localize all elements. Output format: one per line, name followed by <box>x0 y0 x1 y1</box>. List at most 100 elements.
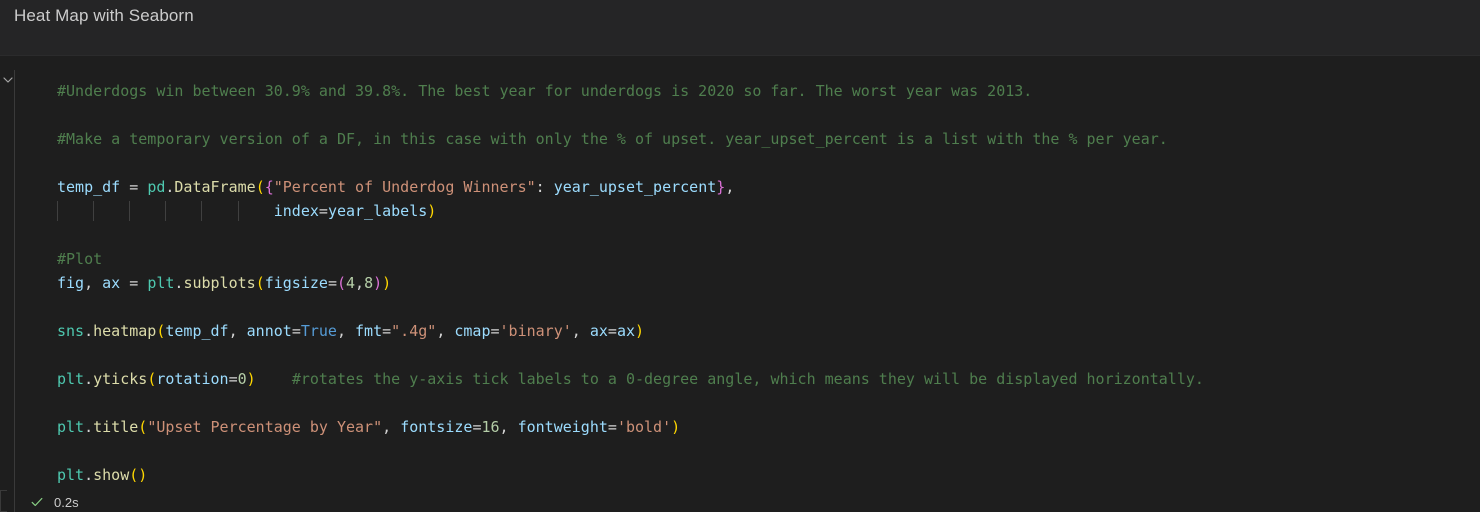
notebook-header: Heat Map with Seaborn <box>0 0 1480 56</box>
code-token: ) <box>138 466 148 484</box>
code-token: = <box>607 322 617 340</box>
code-token: "Percent of Underdog Winners" <box>273 178 536 196</box>
code-token: = <box>607 418 617 436</box>
code-token: = <box>120 274 148 292</box>
code-token: , <box>382 418 401 436</box>
execution-time: 0.2s <box>54 494 79 510</box>
code-token: ( <box>255 178 265 196</box>
code-token: fmt <box>355 322 383 340</box>
code-token: 4 <box>346 274 356 292</box>
code-token: = <box>291 322 301 340</box>
code-token: index <box>273 202 319 220</box>
code-token: ( <box>147 370 157 388</box>
code-token: , <box>499 418 518 436</box>
code-token: show <box>93 466 130 484</box>
code-token: . <box>84 322 94 340</box>
code-token: ( <box>129 466 139 484</box>
code-token: ( <box>138 418 148 436</box>
code-token: = <box>382 322 392 340</box>
code-token: year_upset_percent <box>553 178 717 196</box>
code-token: 16 <box>481 418 500 436</box>
code-token: heatmap <box>93 322 157 340</box>
code-token: ) <box>382 274 392 292</box>
code-token: ( <box>336 274 346 292</box>
code-token: } <box>716 178 726 196</box>
code-token: = <box>120 178 148 196</box>
code-line: plt.show() <box>57 463 1204 487</box>
code-token: temp_df <box>165 322 229 340</box>
code-token: yticks <box>93 370 148 388</box>
code-token: ( <box>255 274 265 292</box>
code-content[interactable]: #Underdogs win between 30.9% and 39.8%. … <box>57 79 1204 487</box>
code-token: #Plot <box>57 250 103 268</box>
code-token: fig <box>57 274 85 292</box>
code-token: , <box>84 274 103 292</box>
code-line: sns.heatmap(temp_df, annot=True, fmt=".4… <box>57 319 1204 343</box>
execution-status: 0.2s <box>30 492 79 512</box>
code-token: = <box>327 274 337 292</box>
code-token: . <box>84 466 94 484</box>
code-line: index=year_labels) <box>57 199 1204 223</box>
code-token: plt <box>57 370 85 388</box>
code-token: temp_df <box>57 178 121 196</box>
code-line: plt.yticks(rotation=0) #rotates the y-ax… <box>57 367 1204 391</box>
cell-bottom-marker <box>0 490 7 512</box>
code-token: title <box>93 418 139 436</box>
code-token: . <box>84 370 94 388</box>
code-token: , <box>355 274 365 292</box>
code-token: ax <box>589 322 608 340</box>
code-token: #rotates the y-axis tick labels to a 0-d… <box>291 370 1204 388</box>
code-line: plt.title("Upset Percentage by Year", fo… <box>57 415 1204 439</box>
code-token: ) <box>635 322 645 340</box>
code-line: fig, ax = plt.subplots(figsize=(4,8)) <box>57 271 1204 295</box>
code-cell[interactable]: #Underdogs win between 30.9% and 39.8%. … <box>0 56 1480 512</box>
code-token: rotation <box>156 370 229 388</box>
code-token: 'bold' <box>616 418 672 436</box>
code-token: : <box>535 178 554 196</box>
code-token: , <box>725 178 735 196</box>
cell-editor[interactable]: #Underdogs win between 30.9% and 39.8%. … <box>15 70 1480 512</box>
code-token: = <box>490 322 500 340</box>
code-token: 0 <box>237 370 247 388</box>
code-token: fontweight <box>517 418 608 436</box>
code-token: #Underdogs win between 30.9% and 39.8%. … <box>57 82 1033 100</box>
code-line: #Plot <box>57 247 1204 271</box>
code-token: annot <box>246 322 292 340</box>
code-token: ax <box>616 322 635 340</box>
code-line: #Make a temporary version of a DF, in th… <box>57 127 1204 151</box>
code-token: , <box>336 322 356 340</box>
code-token: , <box>436 322 455 340</box>
notebook-title: Heat Map with Seaborn <box>14 6 194 25</box>
code-token: DataFrame <box>174 178 256 196</box>
code-token: ".4g" <box>391 322 437 340</box>
code-token: #Make a temporary version of a DF, in th… <box>57 130 1168 148</box>
code-token: = <box>228 370 238 388</box>
code-token: = <box>318 202 328 220</box>
code-token: ) <box>427 202 437 220</box>
code-token: plt <box>57 466 85 484</box>
code-token: sns <box>57 322 85 340</box>
code-token: plt <box>147 274 175 292</box>
code-token: figsize <box>264 274 328 292</box>
code-token: True <box>300 322 337 340</box>
code-token: cmap <box>454 322 491 340</box>
code-token: 'binary' <box>499 322 572 340</box>
code-token: ) <box>671 418 681 436</box>
code-token: fontsize <box>400 418 473 436</box>
code-token: ) <box>373 274 383 292</box>
code-token: , <box>571 322 590 340</box>
code-token: year_labels <box>327 202 428 220</box>
code-token: subplots <box>183 274 256 292</box>
code-line: #Underdogs win between 30.9% and 39.8%. … <box>57 79 1204 103</box>
code-token: , <box>228 322 247 340</box>
code-token: pd <box>147 178 166 196</box>
